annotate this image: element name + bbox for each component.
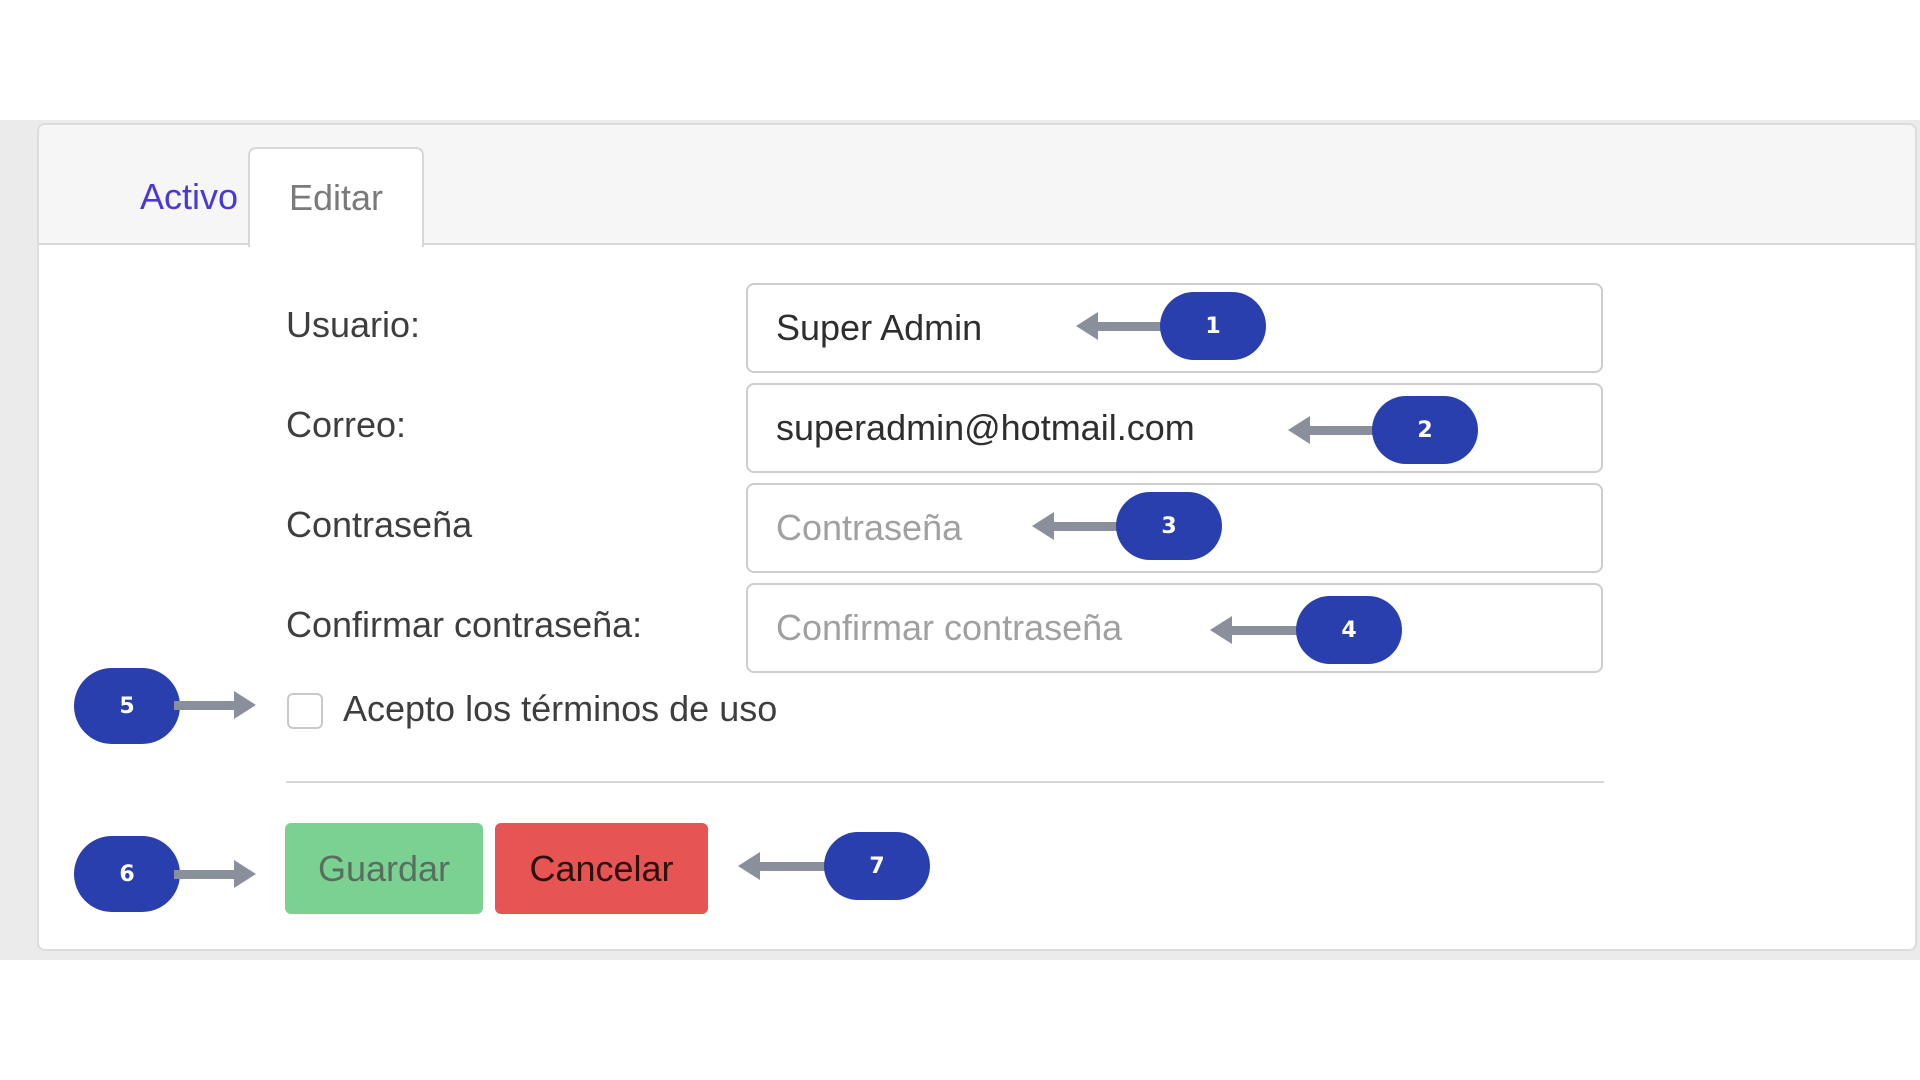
terms-checkbox[interactable] (287, 693, 323, 729)
callout-3-badge: 3 (1116, 492, 1222, 560)
callout-5-badge: 5 (74, 668, 180, 744)
confirmar-contrasena-input[interactable] (746, 583, 1603, 673)
correo-label: Correo: (286, 404, 407, 445)
callout-5-line (174, 701, 236, 710)
terms-label[interactable]: Acepto los términos de uso (343, 688, 777, 730)
form-divider (286, 781, 1604, 783)
callout-2-badge: 2 (1372, 396, 1478, 464)
callout-7-line (756, 862, 828, 871)
callout-6-badge: 6 (74, 836, 180, 912)
tab-editar[interactable]: Editar (248, 147, 424, 247)
callout-7-badge: 7 (824, 832, 930, 900)
callout-6-line (174, 870, 236, 879)
cancel-button[interactable]: Cancelar (495, 823, 708, 914)
callout-3-line (1050, 522, 1122, 531)
callout-6-arrow-icon (234, 860, 256, 888)
callout-5-arrow-icon (234, 691, 256, 719)
usuario-label: Usuario: (286, 304, 421, 345)
callout-4-line (1228, 626, 1300, 635)
confirmar-contrasena-label: Confirmar contraseña: (286, 604, 643, 645)
callout-2-line (1306, 426, 1378, 435)
callout-4-badge: 4 (1296, 596, 1402, 664)
save-button[interactable]: Guardar (285, 823, 483, 914)
contrasena-label: Contraseña (286, 504, 473, 545)
callout-1-line (1094, 322, 1166, 331)
tab-bar: Activo Editar (39, 125, 1915, 247)
callout-1-badge: 1 (1160, 292, 1266, 360)
